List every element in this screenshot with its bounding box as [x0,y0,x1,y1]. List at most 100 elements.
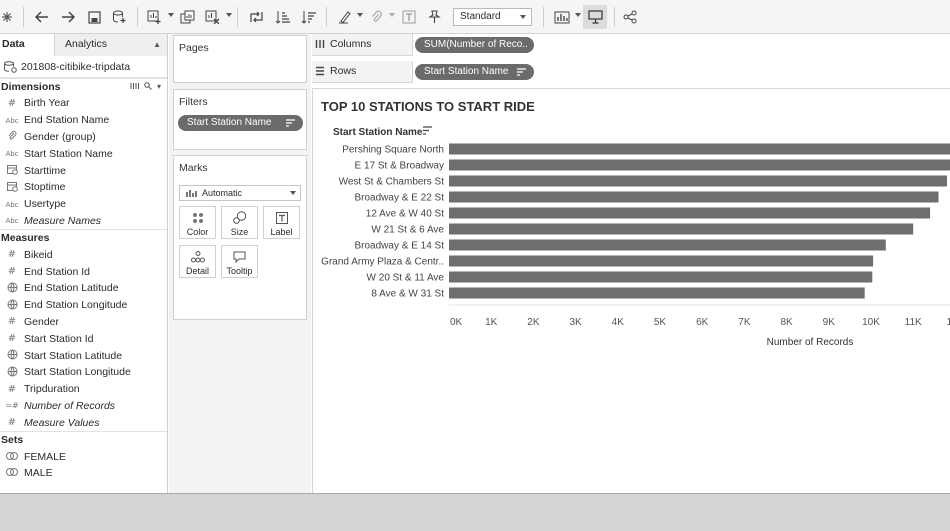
size-button[interactable]: Size [221,206,258,239]
measure-field-label: Start Station Id [24,332,94,345]
tab-data[interactable]: Data [0,34,55,56]
sort-ascending-icon[interactable] [274,8,290,26]
dimension-field[interactable]: Abc End Station Name [0,112,167,129]
presentation-mode-icon[interactable] [587,8,603,26]
chart-title: TOP 10 STATIONS TO START RIDE [321,99,535,114]
redo-icon[interactable] [60,8,76,26]
row-label[interactable]: Broadway & E 22 St [355,193,445,204]
mark-type-dropdown[interactable]: Automatic [179,185,301,201]
new-worksheet-icon[interactable] [146,8,162,26]
columns-drop-area[interactable]: SUM(Number of Reco.. [412,34,950,56]
new-datasource-icon[interactable] [111,8,127,26]
rows-drop-area[interactable]: Start Station Name [412,61,950,83]
more-options-icon[interactable]: ▾ [157,82,161,92]
row-label[interactable]: Broadway & E 14 St [355,241,445,252]
row-label[interactable]: W 21 St & 6 Ave [371,225,444,236]
measure-field[interactable]: # End Station Id [0,263,167,280]
bar[interactable] [449,271,873,283]
dimension-field-label: Gender (group) [24,130,96,143]
duplicate-sheet-icon[interactable] [179,8,195,26]
number-icon: # [7,316,17,328]
bar[interactable] [449,239,886,251]
show-me-icon[interactable] [553,8,571,26]
sort-descending-icon[interactable] [300,8,316,26]
measure-field[interactable]: End Station Latitude [0,280,167,297]
datasource-item[interactable]: 201808-citibike-tripdata [0,56,167,78]
measure-field[interactable]: # Measure Values [0,414,167,431]
row-label[interactable]: E 17 St & Broadway [355,161,445,172]
dimension-field[interactable]: Abc Measure Names [0,213,167,230]
bar[interactable] [449,143,950,155]
dimension-field[interactable]: Abc Start Station Name [0,145,167,162]
bar[interactable] [449,159,950,171]
save-icon[interactable] [86,8,102,26]
row-label[interactable]: Pershing Square North [342,145,444,156]
measure-field[interactable]: Start Station Latitude [0,347,167,364]
rows-pill[interactable]: Start Station Name [415,64,534,80]
sort-icon[interactable] [423,126,432,135]
set-field[interactable]: FEMALE [0,448,167,465]
sets-label: Sets [1,434,24,447]
columns-pill[interactable]: SUM(Number of Reco.. [415,37,534,53]
x-tick-label: 0K [450,317,463,328]
row-label[interactable]: 8 Ave & W 31 St [371,289,444,300]
bar[interactable] [449,223,914,235]
filters-title: Filters [179,96,208,108]
dimensions-label: Dimensions [1,81,61,93]
tableau-logo-icon[interactable] [0,8,14,26]
row-label[interactable]: Grand Army Plaza & Centr.. [321,257,444,268]
dimension-field[interactable]: Gender (group) [0,129,167,146]
string-icon: Abc [5,115,19,125]
dimension-field-label: Stoptime [24,181,66,194]
bar[interactable] [449,255,874,267]
row-label[interactable]: West St & Chambers St [339,177,445,188]
label-button[interactable]: Label [263,206,300,239]
set-icon [0,467,24,479]
filter-pill-label: Start Station Name [187,117,272,128]
highlight-icon[interactable] [337,8,353,26]
fit-dropdown[interactable]: Standard [453,8,532,26]
string-icon: Abc [5,149,19,159]
measure-field[interactable]: # Bikeid [0,246,167,263]
tab-analytics[interactable]: Analytics ▲ [55,34,167,56]
dimension-field[interactable]: Starttime [0,162,167,179]
measure-field[interactable]: Start Station Longitude [0,364,167,381]
filter-pill[interactable]: Start Station Name [178,115,303,131]
rows-label: Rows [330,65,357,77]
tab-toggle-icon[interactable]: ▲ [153,34,161,55]
dimension-field[interactable]: Abc Usertype [0,196,167,213]
bar[interactable] [449,175,947,187]
search-icon[interactable] [144,82,152,92]
color-button[interactable]: Color [179,206,216,239]
set-field[interactable]: MALE [0,465,167,482]
swap-rows-columns-icon[interactable] [248,8,264,26]
number-icon: # [7,249,17,261]
measure-field[interactable]: # Tripduration [0,381,167,398]
tooltip-button[interactable]: Tooltip [221,245,258,278]
bar[interactable] [449,207,931,219]
measure-field[interactable]: # Start Station Id [0,330,167,347]
bar[interactable] [449,191,939,203]
data-pane: Data Analytics ▲ 201808-citibike-tripdat… [0,34,168,493]
fix-axes-icon[interactable] [426,8,442,26]
pages-card[interactable]: Pages [173,35,307,83]
row-header[interactable]: Start Station Name [333,127,423,138]
clear-sheet-icon[interactable] [204,8,220,26]
undo-icon[interactable] [34,8,50,26]
detail-button[interactable]: Detail [179,245,216,278]
share-icon[interactable] [622,8,638,26]
bar[interactable] [449,287,865,299]
filters-card[interactable]: Filters Start Station Name [173,89,307,150]
view-options-icon[interactable] [130,82,139,92]
dimension-field[interactable]: Stoptime [0,179,167,196]
measure-field[interactable]: # Gender [0,314,167,331]
dimension-field[interactable]: # Birth Year [0,95,167,112]
measure-field[interactable]: =# Number of Records [0,398,167,415]
row-label[interactable]: 12 Ave & W 40 St [366,209,444,220]
x-axis-title[interactable]: Number of Records [767,337,854,348]
columns-shelf: Columns SUM(Number of Reco.. [312,34,950,56]
show-mark-labels-icon[interactable] [401,8,417,26]
measure-field[interactable]: End Station Longitude [0,297,167,314]
group-members-icon[interactable] [369,8,385,26]
row-label[interactable]: W 20 St & 11 Ave [367,273,445,284]
